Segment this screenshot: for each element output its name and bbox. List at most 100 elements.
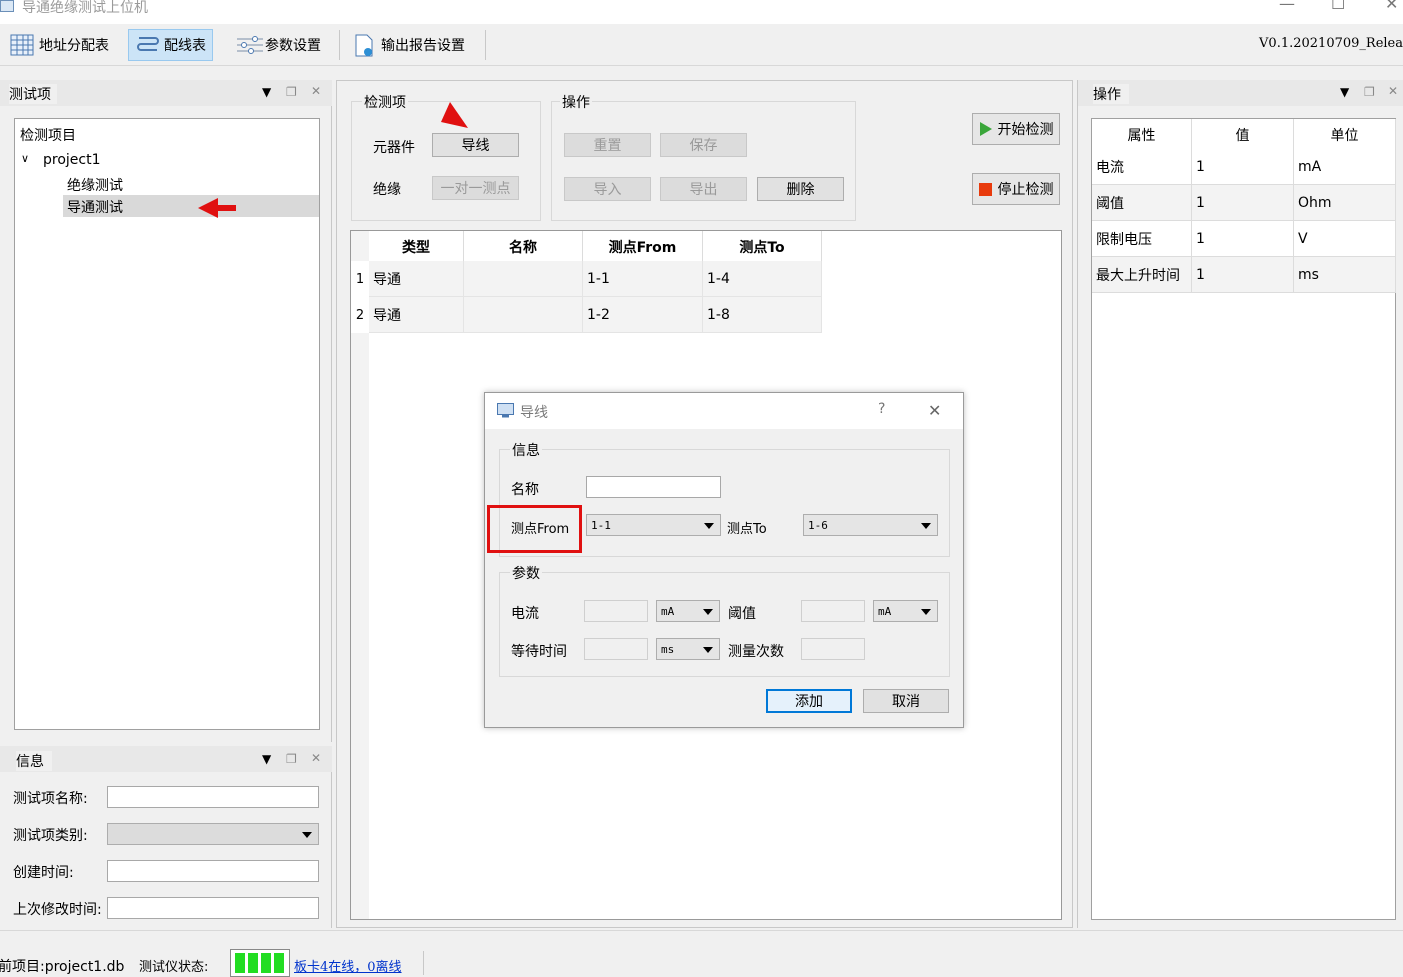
table-cell[interactable]: 1-8	[703, 297, 822, 333]
property-value[interactable]: 1	[1192, 257, 1294, 293]
threshold-input[interactable]	[801, 600, 865, 622]
dialog-info-group-title: 信息	[510, 440, 542, 460]
one-to-one-button[interactable]: 一对一测点	[432, 176, 519, 200]
threshold-unit-select[interactable]: mA	[873, 600, 938, 622]
modified-time-input[interactable]	[107, 897, 319, 919]
test-category-select[interactable]	[107, 823, 319, 845]
device-status-indicator	[230, 949, 290, 977]
dialog-app-icon	[497, 403, 514, 418]
property-unit[interactable]: ms	[1294, 257, 1396, 293]
app-icon	[0, 0, 14, 12]
property-name: 最大上升时间	[1092, 257, 1192, 293]
count-input[interactable]	[801, 638, 865, 660]
dock-menu-icon[interactable]: ▼	[262, 752, 271, 766]
dock-menu-icon[interactable]: ▼	[1340, 85, 1349, 99]
column-header[interactable]: 测点From	[583, 231, 703, 263]
table-cell[interactable]: 1-1	[583, 261, 703, 297]
property-name: 限制电压	[1092, 221, 1192, 257]
table-cell[interactable]	[464, 261, 583, 297]
maximize-button[interactable]: ☐	[1331, 0, 1345, 13]
tree-item-insulation[interactable]: 绝缘测试	[67, 175, 123, 195]
chevron-down-icon	[703, 647, 713, 653]
row-number[interactable]: 2	[351, 297, 369, 333]
start-detect-button[interactable]: 开始检测	[972, 113, 1060, 145]
wait-unit-value: ms	[661, 642, 675, 656]
dock-menu-icon[interactable]: ▼	[262, 85, 271, 99]
from-select-value: 1-1	[591, 518, 611, 532]
status-separator	[423, 951, 424, 975]
dock-close-icon[interactable]: ✕	[1388, 84, 1398, 98]
reset-button[interactable]: 重置	[564, 133, 651, 157]
table-cell[interactable]: 导通	[369, 261, 464, 297]
column-header[interactable]: 测点To	[703, 231, 822, 263]
wiring-icon	[135, 34, 159, 56]
toolbar-param-settings[interactable]: 参数设置	[230, 29, 327, 61]
help-icon[interactable]: ?	[878, 401, 885, 417]
column-header[interactable]: 单位	[1294, 119, 1396, 151]
column-header[interactable]: 属性	[1092, 119, 1192, 151]
save-button[interactable]: 保存	[660, 133, 747, 157]
import-button[interactable]: 导入	[564, 177, 651, 201]
table-cell[interactable]: 导通	[369, 297, 464, 333]
test-name-input[interactable]	[107, 786, 319, 808]
dock-close-icon[interactable]: ✕	[311, 751, 321, 765]
property-value[interactable]: 1	[1192, 185, 1294, 221]
toolbar-address-table[interactable]: 地址分配表	[4, 29, 115, 61]
column-header[interactable]: 类型	[369, 231, 464, 263]
table-cell[interactable]: 1-2	[583, 297, 703, 333]
property-unit[interactable]: V	[1294, 221, 1396, 257]
column-header[interactable]: 名称	[464, 231, 583, 263]
property-value[interactable]: 1	[1192, 221, 1294, 257]
from-label: 测点From	[511, 522, 570, 537]
property-name: 电流	[1092, 149, 1192, 185]
wait-unit-select[interactable]: ms	[656, 638, 720, 660]
dock-float-icon[interactable]: ❐	[286, 752, 297, 766]
to-select[interactable]: 1-6	[803, 514, 938, 536]
report-settings-icon	[352, 34, 376, 57]
dock-header: 测试项 ▼ ❐ ✕	[0, 80, 332, 106]
name-input[interactable]	[586, 476, 721, 498]
close-window-button[interactable]: ✕	[1385, 0, 1398, 13]
toolbar-report-settings-label: 输出报告设置	[381, 38, 465, 54]
dock-float-icon[interactable]: ❐	[286, 85, 297, 99]
toolbar-wiring-table-label: 配线表	[164, 38, 206, 54]
toolbar-report-settings[interactable]: 输出报告设置	[346, 29, 471, 61]
property-unit[interactable]: Ohm	[1294, 185, 1396, 221]
property-name: 阈值	[1092, 185, 1192, 221]
toolbar-wiring-table[interactable]: 配线表	[128, 29, 213, 61]
table-cell[interactable]	[464, 297, 583, 333]
board-status-link[interactable]: 板卡4在线，0离线	[294, 956, 402, 975]
delete-button[interactable]: 删除	[757, 177, 844, 201]
status-project: 当前项目:project1.db	[0, 959, 125, 975]
tree-expand-icon[interactable]: ∨	[21, 152, 29, 165]
export-button[interactable]: 导出	[660, 177, 747, 201]
cancel-button[interactable]: 取消	[863, 689, 949, 713]
current-input[interactable]	[584, 600, 648, 622]
add-button[interactable]: 添加	[766, 689, 852, 713]
stop-detect-button[interactable]: 停止检测	[972, 173, 1060, 205]
minimize-button[interactable]: —	[1279, 0, 1295, 13]
test-items-dock: 测试项 ▼ ❐ ✕ 检测项目 ∨ project1 绝缘测试 导通测试	[0, 80, 332, 742]
tree-item-continuity[interactable]: 导通测试	[67, 197, 123, 217]
dialog-close-icon[interactable]: ✕	[928, 401, 941, 420]
dock-float-icon[interactable]: ❐	[1364, 85, 1375, 99]
dialog-param-group-title: 参数	[510, 563, 542, 583]
dialog-title: 导线	[520, 405, 548, 421]
wait-label: 等待时间	[511, 644, 567, 660]
dock-close-icon[interactable]: ✕	[311, 84, 321, 98]
created-time-input[interactable]	[107, 860, 319, 882]
wire-button[interactable]: 导线	[432, 133, 519, 157]
property-unit[interactable]: mA	[1294, 149, 1396, 185]
wait-input[interactable]	[584, 638, 648, 660]
row-number[interactable]: 1	[351, 261, 369, 297]
current-unit-select[interactable]: mA	[656, 600, 720, 622]
row-header-column	[351, 231, 369, 919]
tree-root[interactable]: 检测项目	[20, 125, 76, 145]
from-select[interactable]: 1-1	[586, 514, 721, 536]
toolbar-address-table-label: 地址分配表	[39, 38, 109, 54]
tree-project[interactable]: project1	[43, 152, 101, 168]
property-value[interactable]: 1	[1192, 149, 1294, 185]
properties-title: 操作	[1093, 84, 1129, 104]
column-header[interactable]: 值	[1192, 119, 1294, 151]
table-cell[interactable]: 1-4	[703, 261, 822, 297]
